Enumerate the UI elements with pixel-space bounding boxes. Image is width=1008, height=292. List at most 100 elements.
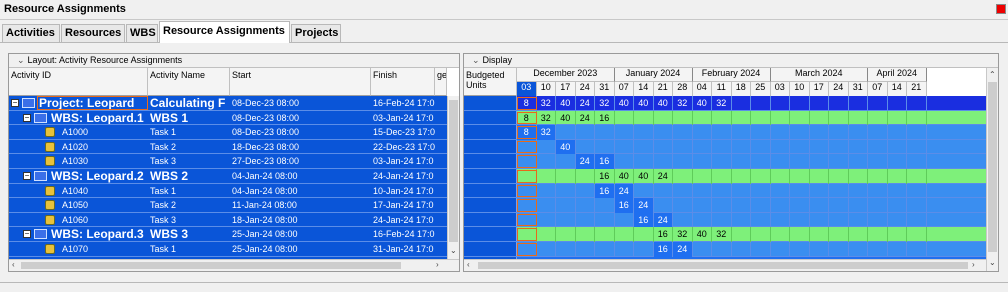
grid-cell[interactable]	[634, 125, 654, 140]
grid-cell[interactable]	[907, 154, 927, 169]
grid-cell[interactable]: 32	[536, 125, 556, 140]
wbs-row[interactable]: − WBS: Leopard.2 WBS 2 04-Jan-24 08:00 24-Ja…	[9, 169, 447, 184]
grid-cell[interactable]	[868, 183, 888, 199]
grid-cell[interactable]	[615, 125, 634, 140]
grid-cell[interactable]	[829, 198, 849, 213]
grid-cell[interactable]	[556, 198, 576, 213]
grid-cell[interactable]	[849, 227, 868, 242]
grid-cell[interactable]	[790, 227, 810, 242]
grid-cell[interactable]: 24	[673, 242, 693, 257]
grid-cell[interactable]: 24	[654, 169, 673, 184]
collapse-icon[interactable]: −	[11, 99, 19, 107]
grid-cell[interactable]	[810, 242, 829, 257]
grid-cell[interactable]	[810, 125, 829, 140]
tab-projects[interactable]: Projects	[291, 24, 341, 42]
grid-cell[interactable]	[634, 139, 654, 155]
grid-cell[interactable]	[693, 139, 712, 155]
grid-cell[interactable]	[790, 110, 810, 126]
grid-cell[interactable]	[576, 139, 595, 155]
scroll-down-icon[interactable]: ⌄	[989, 258, 996, 267]
grid-cell[interactable]	[537, 198, 556, 213]
grid-cell[interactable]	[829, 242, 849, 257]
grid-cell[interactable]	[712, 212, 732, 228]
grid-cell[interactable]	[790, 212, 810, 228]
table-row[interactable]: A1040 Task 1 04-Jan-24 08:00 10-Jan-24 17:0	[9, 184, 447, 199]
grid-cell[interactable]	[712, 242, 732, 257]
grid-cell[interactable]	[556, 212, 576, 228]
grid-cell[interactable]: 32	[712, 227, 732, 242]
horizontal-scrollbar[interactable]: ‹ ›	[9, 259, 459, 271]
grid-cell[interactable]	[829, 169, 849, 184]
grid-cell[interactable]	[693, 183, 712, 199]
scroll-left-icon[interactable]: ‹	[12, 260, 15, 269]
table-row[interactable]: A1020 Task 2 18-Dec-23 08:00 22-Dec-23 17:0	[9, 140, 447, 155]
grid-cell[interactable]: 40	[634, 169, 654, 184]
grid-cell[interactable]	[829, 227, 849, 242]
collapse-icon[interactable]: −	[23, 172, 31, 180]
grid-cell[interactable]	[790, 125, 810, 140]
grid-cell[interactable]	[595, 227, 615, 242]
grid-cell[interactable]	[732, 169, 751, 184]
collapse-icon[interactable]: −	[23, 230, 31, 239]
grid-cell[interactable]	[712, 198, 732, 213]
grid-cell[interactable]: 16	[654, 227, 673, 242]
grid-cell[interactable]	[888, 183, 907, 199]
vertical-scrollbar[interactable]: ⌄	[447, 96, 459, 259]
grid-cell[interactable]	[556, 242, 576, 257]
h-scroll-thumb[interactable]	[21, 262, 401, 269]
grid-cell[interactable]	[888, 110, 907, 126]
grid-cell[interactable]	[556, 183, 576, 199]
grid-cell[interactable]	[868, 154, 888, 169]
budgeted-units-cell[interactable]	[464, 154, 517, 169]
scroll-right-icon[interactable]: ›	[436, 260, 439, 269]
grid-cell[interactable]	[537, 139, 556, 155]
grid-cell[interactable]	[712, 154, 732, 169]
grid-cell[interactable]	[615, 242, 634, 257]
grid-cell[interactable]	[868, 125, 888, 140]
grid-cell[interactable]	[654, 110, 673, 126]
grid-cell[interactable]: 32	[537, 110, 556, 126]
scroll-thumb[interactable]	[449, 100, 458, 242]
grid-cell[interactable]	[888, 227, 907, 242]
grid-cell[interactable]	[790, 96, 810, 111]
wbs-row[interactable]: − WBS: Leopard.1 WBS 1 08-Dec-23 08:00 03-Ja…	[9, 111, 447, 126]
grid-cell[interactable]	[673, 198, 693, 213]
grid-cell[interactable]	[634, 227, 654, 242]
grid-cell[interactable]: 16	[595, 110, 615, 126]
grid-cell[interactable]	[673, 169, 693, 184]
grid-cell[interactable]	[732, 227, 751, 242]
grid-cell[interactable]	[888, 154, 907, 169]
grid-cell[interactable]	[771, 96, 790, 111]
grid-cell[interactable]: 40	[634, 96, 654, 111]
grid-cell[interactable]	[771, 154, 790, 169]
table-row[interactable]: A1000 Task 1 08-Dec-23 08:00 15-Dec-23 17:0	[9, 125, 447, 140]
tab-resources[interactable]: Resources	[61, 24, 125, 42]
grid-cell[interactable]	[810, 198, 829, 213]
grid-cell[interactable]	[537, 154, 556, 169]
grid-cell[interactable]	[732, 198, 751, 213]
grid-cell[interactable]	[595, 139, 615, 155]
grid-cell[interactable]	[751, 169, 771, 184]
grid-cell[interactable]	[537, 227, 556, 242]
grid-cell[interactable]	[751, 198, 771, 213]
grid-cell[interactable]: 40	[654, 96, 673, 111]
grid-cell[interactable]	[712, 139, 732, 155]
grid-cell[interactable]: 40	[556, 110, 576, 126]
grid-cell[interactable]	[907, 212, 927, 228]
grid-cell[interactable]: 16	[653, 242, 673, 257]
grid-cell[interactable]	[576, 183, 595, 199]
grid-cell[interactable]	[693, 125, 712, 140]
grid-cell[interactable]	[751, 227, 771, 242]
grid-cell[interactable]	[732, 212, 751, 228]
column-header-start[interactable]: Start	[230, 68, 371, 96]
scroll-right-icon[interactable]: ›	[972, 260, 975, 269]
grid-cell[interactable]	[790, 242, 810, 257]
grid-cell[interactable]	[693, 110, 712, 126]
grid-cell[interactable]	[576, 169, 595, 184]
grid-cell[interactable]	[751, 183, 771, 199]
grid-cell[interactable]	[790, 139, 810, 155]
grid-cell[interactable]	[732, 154, 751, 169]
grid-cell[interactable]	[849, 139, 868, 155]
grid-cell[interactable]: 32	[712, 96, 732, 111]
grid-cell[interactable]	[634, 154, 654, 169]
